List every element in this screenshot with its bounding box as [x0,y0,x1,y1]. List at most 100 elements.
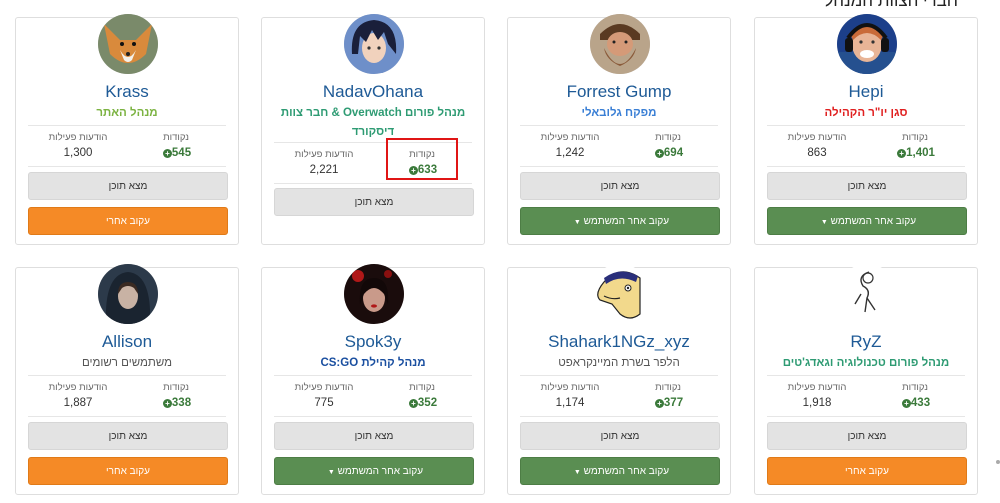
plus-circle-icon: + [408,399,418,408]
fox-avatar[interactable] [98,14,158,74]
find-content-button[interactable]: מצא תוכן [767,172,967,200]
points-value: 338 [171,397,192,409]
username[interactable]: Allison [16,332,238,352]
username[interactable]: Hepi [755,82,977,102]
member-role: מנהל פורום טכנולוגיה וגאדג'טים [782,357,950,369]
red-portrait-avatar[interactable] [344,264,404,324]
points-value: 352 [417,397,438,409]
bearded-man-avatar[interactable] [590,14,650,74]
find-content-button[interactable]: מצא תוכן [28,422,228,450]
points-stat: נקודות +352 [372,382,472,409]
posts-value: 2,221 [309,164,339,176]
member-stats: נקודות +352 הודעות פעילות 775 [274,375,472,417]
member-role: סגן יו"ר הקהילה [824,107,908,119]
points-label: נקודות [902,132,928,143]
posts-stat: הודעות פעילות 1,300 [28,132,128,159]
member-role: מנהל האתר [96,107,158,119]
cartoon-face-avatar[interactable] [590,264,650,324]
member-card-krass: Krass מנהל האתר נקודות +545 הודעות פעילו… [15,14,239,245]
points-value: 433 [910,397,931,409]
posts-label: הודעות פעילות [294,149,354,160]
username[interactable]: Spok3y [262,332,484,352]
points-stat: נקודות +433 [865,382,965,409]
posts-label: הודעות פעילות [787,132,847,143]
posts-stat: הודעות פעילות 775 [274,382,374,409]
member-role: מפקח גלובאלי [581,107,657,119]
points-stat: נקודות +545 [126,132,226,159]
anime-avatar[interactable] [344,14,404,74]
username[interactable]: Krass [16,82,238,102]
posts-label: הודעות פעילות [48,382,108,393]
points-stat: נקודות +377 [618,382,718,409]
follow-user-button[interactable]: עקוב אחר המשתמש ▼ [767,207,967,235]
plus-circle-icon: + [162,399,172,408]
headset-man-avatar[interactable] [837,14,897,74]
posts-value: 1,300 [63,147,93,159]
member-card-shahark1ngz: Shahark1NGz_xyz הלפר בשרת המיינקראפט נקו… [507,264,731,495]
follow-user-button[interactable]: עקוב אחר המשתמש ▼ [520,207,720,235]
find-content-button[interactable]: מצא תוכן [28,172,228,200]
caret-down-icon: ▼ [573,219,581,226]
points-label: נקודות [163,132,189,143]
posts-value: 1,887 [63,397,93,409]
follow-button[interactable]: עקוב אחרי [767,457,967,485]
page-heading: חברי הצוות המנהל [824,0,958,10]
posts-stat: הודעות פעילות 1,242 [520,132,620,159]
member-card-spok3y: Spok3y מנהל קהילת CS:GO נקודות +352 הודע… [261,264,485,495]
plus-circle-icon: + [162,149,172,158]
highlight-box [386,138,458,180]
points-value: 545 [171,147,192,159]
follow-user-label: עקוב אחר המשתמש [337,466,424,477]
posts-stat: הודעות פעילות 1,174 [520,382,620,409]
posts-label: הודעות פעילות [294,382,354,393]
posts-stat: הודעות פעילות 2,221 [274,149,374,176]
member-role: מנהל קהילת CS:GO [320,357,426,369]
follow-user-button[interactable]: עקוב אחר המשתמש ▼ [520,457,720,485]
follow-user-label: עקוב אחר המשתמש [583,466,670,477]
caret-down-icon: ▼ [327,469,335,476]
posts-label: הודעות פעילות [540,132,600,143]
find-content-button[interactable]: מצא תוכן [274,422,474,450]
username[interactable]: Forrest Gump [508,82,730,102]
hooded-girl-avatar[interactable] [98,264,158,324]
member-card-forrest-gump: Forrest Gump מפקח גלובאלי נקודות +694 הו… [507,14,731,245]
points-label: נקודות [902,382,928,393]
username[interactable]: NadavOhana [262,82,484,102]
follow-user-button[interactable]: עקוב אחר המשתמש ▼ [274,457,474,485]
posts-label: הודעות פעילות [787,382,847,393]
follow-button[interactable]: עקוב אחרי [28,207,228,235]
posts-value: 1,174 [555,397,585,409]
points-label: נקודות [655,132,681,143]
member-stats: נקודות +694 הודעות פעילות 1,242 [520,125,718,167]
points-label: נקודות [409,382,435,393]
plus-circle-icon: + [897,149,907,158]
username[interactable]: Shahark1NGz_xyz [508,332,730,352]
find-content-button[interactable]: מצא תוכן [274,188,474,216]
caret-down-icon: ▼ [820,219,828,226]
posts-label: הודעות פעילות [540,382,600,393]
member-card-allison: Allison משתמשים רשומים נקודות +338 הודעו… [15,264,239,495]
plus-circle-icon: + [654,149,664,158]
member-role: הלפר בשרת המיינקראפט [558,357,680,369]
points-label: נקודות [163,382,189,393]
plus-circle-icon: + [654,399,664,408]
points-stat: נקודות +694 [618,132,718,159]
member-card-hepi: Hepi סגן יו"ר הקהילה נקודות +1,401 הודעו… [754,14,978,245]
points-label: נקודות [655,382,681,393]
posts-value: 863 [807,147,827,159]
follow-user-label: עקוב אחר המשתמש [583,216,670,227]
follow-button[interactable]: עקוב אחרי [28,457,228,485]
points-value: 377 [663,397,684,409]
follow-user-label: עקוב אחר המשתמש [830,216,917,227]
sketch-avatar[interactable] [837,264,897,324]
member-stats: נקודות +545 הודעות פעילות 1,300 [28,125,226,167]
caret-down-icon: ▼ [573,469,581,476]
member-role: מנהל פורום Overwatch & חבר צוות דיסקורד [280,107,466,138]
username[interactable]: RyZ [755,332,977,352]
scroll-indicator [996,460,1000,464]
member-stats: נקודות +433 הודעות פעילות 1,918 [767,375,965,417]
find-content-button[interactable]: מצא תוכן [767,422,967,450]
posts-stat: הודעות פעילות 863 [767,132,867,159]
find-content-button[interactable]: מצא תוכן [520,172,720,200]
find-content-button[interactable]: מצא תוכן [520,422,720,450]
